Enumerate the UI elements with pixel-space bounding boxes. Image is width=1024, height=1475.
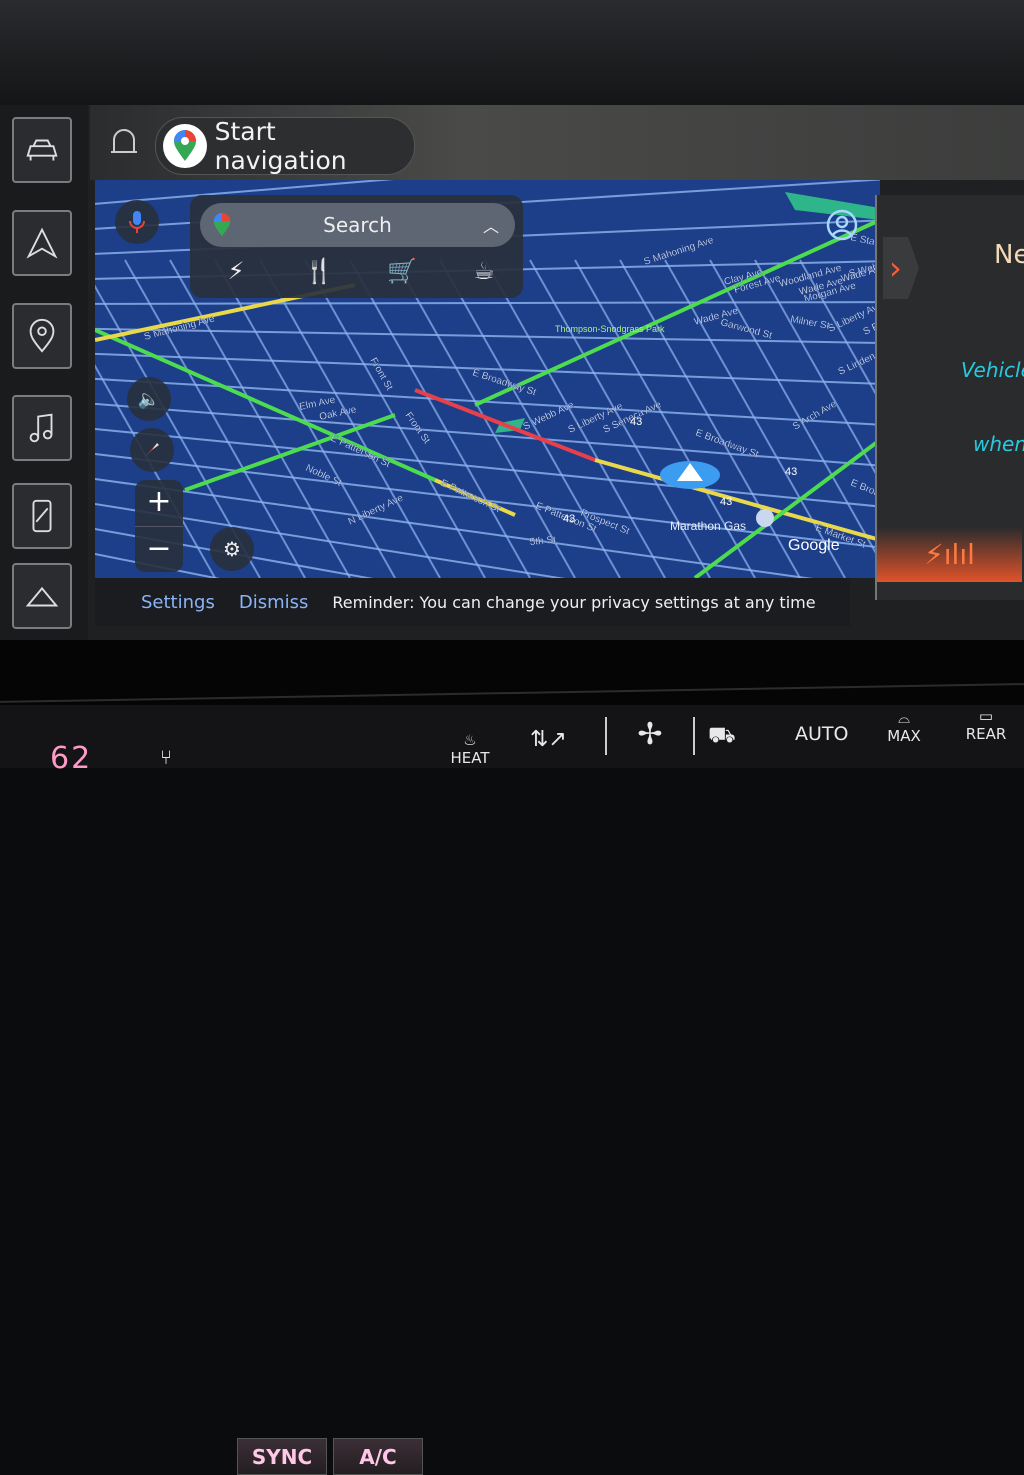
voice-search-button[interactable]: [115, 200, 159, 244]
street-label: 5th St: [529, 535, 556, 548]
climate-bar: 62 ⑂ SYNC A/C ♨ HEAT ⇅↗ ✢ ⛟ AUTO ⌓ MAX ▭ RE…: [0, 705, 1024, 1475]
app-rail: [0, 105, 88, 640]
location-pin-icon: [29, 318, 55, 353]
vehicle-icon: [26, 139, 58, 161]
zoom-controls: + −: [135, 480, 183, 572]
search-placeholder: Search: [323, 213, 392, 237]
sync-button[interactable]: SYNC: [237, 1438, 327, 1475]
ac-button[interactable]: A/C: [333, 1438, 423, 1475]
max-defrost-button[interactable]: ⌓ MAX: [884, 709, 924, 745]
route-shield: 43: [785, 466, 797, 478]
dismiss-link[interactable]: Dismiss: [239, 592, 309, 613]
account-button[interactable]: [822, 205, 862, 245]
start-navigation-button[interactable]: Start navigation: [155, 117, 415, 175]
heat-icon: ♨: [463, 731, 477, 749]
charging-bars-icon: ⚡ılıl: [924, 538, 975, 571]
coffee-icon[interactable]: ☕: [468, 257, 500, 289]
speaker-icon: 🔈: [137, 388, 161, 410]
google-attribution: Google: [788, 537, 840, 554]
account-icon: [826, 209, 858, 241]
google-maps-pin-icon: [213, 213, 231, 237]
rear-defrost-icon: ▭: [978, 707, 994, 725]
defrost-icon: ⌓: [898, 709, 910, 727]
fan-button[interactable]: ✢: [605, 717, 695, 755]
vehicle-info-panel: › Ne Vehicle when ⚡ılıl: [875, 195, 1024, 600]
gas-station-icon: [756, 509, 774, 527]
park-label: Thompson-Snodgrass Park: [555, 324, 665, 334]
rear-label: REAR: [965, 725, 1007, 743]
chevron-right-icon[interactable]: ›: [883, 237, 919, 299]
rail-navigation-button[interactable]: [12, 303, 72, 369]
panel-text-line2: when: [973, 432, 1024, 456]
route-shield: 43: [720, 496, 732, 508]
heat-label: HEAT: [450, 749, 490, 767]
settings-link[interactable]: Settings: [141, 592, 215, 613]
ev-charging-icon[interactable]: ⚡: [220, 257, 252, 289]
seat-icon[interactable]: ⑂: [160, 745, 172, 769]
rail-vehicle-button[interactable]: [12, 117, 72, 183]
heat-button[interactable]: ♨ HEAT: [448, 731, 492, 767]
charging-status-button[interactable]: ⚡ılıl: [877, 527, 1022, 582]
rail-android-auto-button[interactable]: [12, 210, 72, 276]
zoom-in-button[interactable]: +: [135, 480, 183, 526]
bezel: [0, 0, 1024, 105]
rail-phone-button[interactable]: [12, 483, 72, 549]
privacy-notice-bar: Settings Dismiss Reminder: You can chang…: [95, 578, 850, 626]
rail-media-button[interactable]: [12, 395, 72, 461]
recirculation-icon[interactable]: ⛟: [708, 723, 736, 751]
rail-home-button[interactable]: [12, 563, 72, 629]
zoom-out-button[interactable]: −: [135, 526, 183, 573]
chevron-up-icon[interactable]: ︿: [483, 213, 499, 237]
grocery-cart-icon[interactable]: 🛒: [386, 257, 418, 289]
rear-defrost-button[interactable]: ▭ REAR: [964, 707, 1008, 743]
search-input[interactable]: Search ︿: [200, 203, 515, 247]
notification-bell-icon[interactable]: [108, 128, 140, 158]
android-auto-icon: [26, 227, 58, 259]
map-settings-button[interactable]: ⚙: [210, 527, 254, 571]
route-shield: 43: [630, 416, 642, 428]
panel-title: Ne: [994, 240, 1024, 270]
compass-icon: [145, 443, 159, 457]
privacy-reminder-text: Reminder: You can change your privacy se…: [332, 592, 816, 612]
google-maps-logo-icon: [163, 124, 207, 168]
poi-label: Marathon Gas: [670, 519, 746, 533]
audio-guidance-button[interactable]: 🔈: [127, 377, 171, 421]
microphone-icon: [129, 211, 145, 233]
airflow-mode-icon[interactable]: ⇅↗: [530, 727, 567, 752]
music-note-icon: [29, 413, 53, 443]
auto-button[interactable]: AUTO: [795, 723, 848, 745]
fan-icon: ✢: [637, 717, 663, 752]
start-navigation-label: Start navigation: [214, 117, 347, 175]
compass-button[interactable]: [130, 428, 174, 472]
route-shield: 43: [563, 513, 575, 525]
restaurant-icon[interactable]: 🍴: [303, 257, 335, 289]
search-card: Search ︿ ⚡ 🍴 🛒 ☕: [190, 195, 523, 298]
gear-icon: ⚙: [223, 537, 241, 561]
home-icon: [25, 586, 59, 607]
panel-text-line1: Vehicle: [961, 358, 1024, 382]
temperature-display[interactable]: 62: [50, 741, 92, 776]
phone-icon: [32, 499, 52, 533]
max-label: MAX: [887, 727, 921, 745]
